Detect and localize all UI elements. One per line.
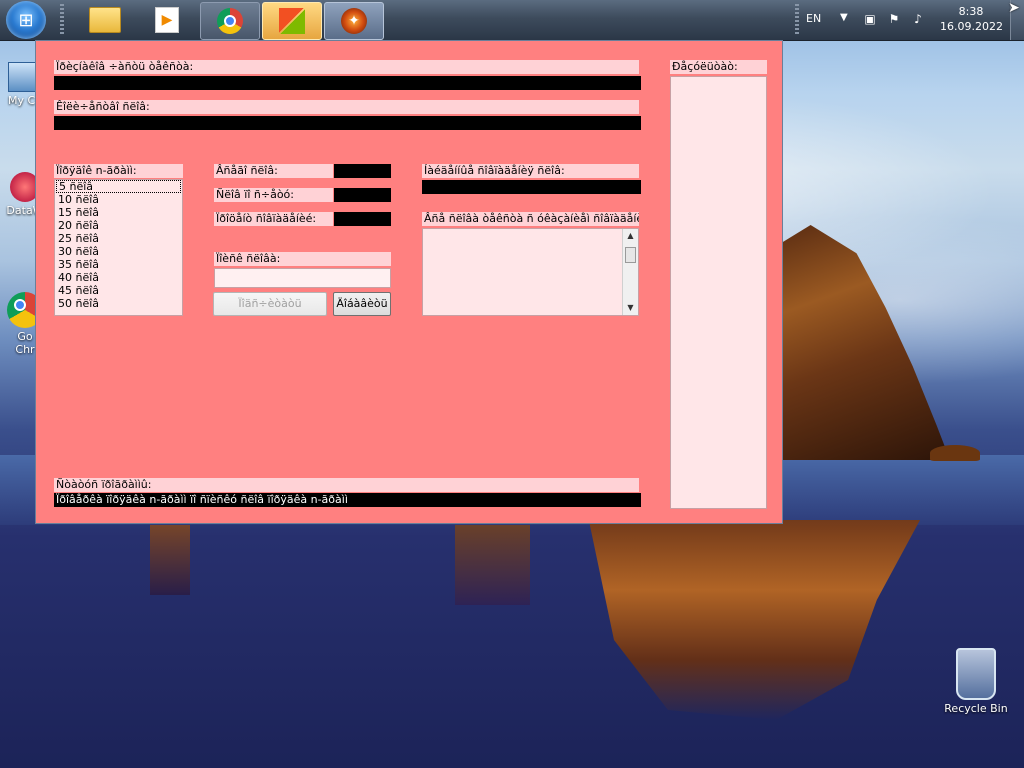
word-input-label: Ïîèñê ñëîâà: xyxy=(214,252,391,266)
stat1-label: Âñåãî ñëîâ: xyxy=(214,164,333,178)
list-item[interactable]: 15 ñëîâ xyxy=(55,206,182,219)
list-item[interactable]: 20 ñëîâ xyxy=(55,219,182,232)
taskbar-grip[interactable] xyxy=(60,4,64,36)
matches-label: Íàéäåííûå ñîâïàäåíèÿ ñëîâ: xyxy=(422,164,639,178)
taskbar-app-button[interactable] xyxy=(262,2,322,40)
result-panel-label: Ðåçóëüòàò: xyxy=(670,60,767,74)
word-input[interactable] xyxy=(214,268,391,288)
scroll-up-icon[interactable]: ▲ xyxy=(623,229,638,243)
result-panel[interactable] xyxy=(670,76,767,509)
scroll-down-icon[interactable]: ▼ xyxy=(623,301,638,315)
recycle-bin-label: Recycle Bin xyxy=(944,702,1008,715)
taskbar-media-button[interactable]: ▶ xyxy=(138,2,196,38)
windows-orb-icon: ⊞ xyxy=(18,9,34,31)
memo-label: Âñå ñëîâà òåêñòà ñ óêàçàíèåì ñîâïàäåíèé: xyxy=(422,212,639,226)
windows-app-icon xyxy=(279,8,305,34)
scroll-thumb[interactable] xyxy=(625,247,636,263)
stat1-value xyxy=(334,164,391,178)
language-indicator[interactable]: EN xyxy=(806,12,821,25)
count-button[interactable]: Ïîäñ÷èòàòü xyxy=(213,292,327,316)
field1-label: Ïðèçíàêîâ ÷àñòü òåêñòà: xyxy=(54,60,639,74)
field2-value[interactable] xyxy=(54,116,641,130)
app-window: Ïðèçíàêîâ ÷àñòü òåêñòà: Êîëè÷åñòâî ñëîâ:… xyxy=(35,40,783,524)
recycle-bin-icon xyxy=(956,648,996,700)
list-item[interactable]: 45 ñëîâ xyxy=(55,284,182,297)
taskbar-torch-button[interactable]: ✦ xyxy=(324,2,384,40)
clock-date: 16.09.2022 xyxy=(940,20,1003,33)
start-button[interactable]: ⊞ xyxy=(6,1,46,39)
stat2-label: Ñëîâ ïî ñ÷åòó: xyxy=(214,188,333,202)
taskbar-explorer-button[interactable] xyxy=(76,2,134,38)
list-label: Ïîðÿäîê n-ãðàìì: xyxy=(54,164,183,178)
list-item[interactable]: 10 ñëîâ xyxy=(55,193,182,206)
stat3-label: Ïðîöåíò ñîâïàäåíèé: xyxy=(214,212,333,226)
tray-expand-icon[interactable]: ▼ xyxy=(840,12,848,23)
list-item[interactable]: 5 ñëîâ xyxy=(56,180,181,193)
action-center-icon[interactable]: ⚑ xyxy=(886,11,902,27)
list-item[interactable]: 35 ñëîâ xyxy=(55,258,182,271)
list-item[interactable]: 40 ñëîâ xyxy=(55,271,182,284)
list-item[interactable]: 50 ñëîâ xyxy=(55,297,182,310)
network-icon[interactable]: ▣ xyxy=(862,11,878,27)
matches-value xyxy=(422,180,641,194)
status-label: Ñòàòóñ ïðîãðàììû: xyxy=(54,478,639,492)
taskbar-chrome-button[interactable] xyxy=(200,2,260,40)
words-memo[interactable]: ▲ ▼ xyxy=(422,228,639,316)
volume-icon[interactable]: ♪ xyxy=(910,11,926,27)
list-item[interactable]: 30 ñëîâ xyxy=(55,245,182,258)
tray-grip[interactable] xyxy=(795,4,799,36)
tray-clock[interactable]: 8:38 16.09.2022 xyxy=(940,4,1003,34)
mouse-cursor-icon: ➤ xyxy=(1008,0,1020,16)
taskbar: ⊞ ▶ ✦ EN ▼ ▣ ⚑ ♪ 8:38 16.09.2022 xyxy=(0,0,1024,41)
list-item[interactable]: 25 ñëîâ xyxy=(55,232,182,245)
stat2-value xyxy=(334,188,391,202)
torch-app-icon: ✦ xyxy=(341,8,367,34)
memo-scrollbar[interactable]: ▲ ▼ xyxy=(622,229,638,315)
status-value: Ïðîâåðêà ïîðÿäêà n-ãðàìì ïî ñïèñêó ñëîâ … xyxy=(54,493,641,507)
clock-time: 8:38 xyxy=(958,5,984,18)
add-button[interactable]: Äîáàâèòü xyxy=(333,292,391,316)
stat3-value xyxy=(334,212,391,226)
media-player-icon: ▶ xyxy=(155,7,179,33)
field2-label: Êîëè÷åñòâî ñëîâ: xyxy=(54,100,639,114)
explorer-icon xyxy=(89,7,121,33)
desktop-icon-recycle-bin[interactable]: Recycle Bin xyxy=(940,648,1012,715)
field1-value[interactable] xyxy=(54,76,641,90)
chrome-icon xyxy=(217,8,243,34)
ngram-order-listbox[interactable]: 5 ñëîâ 10 ñëîâ 15 ñëîâ 20 ñëîâ 25 ñëîâ 3… xyxy=(54,179,183,316)
